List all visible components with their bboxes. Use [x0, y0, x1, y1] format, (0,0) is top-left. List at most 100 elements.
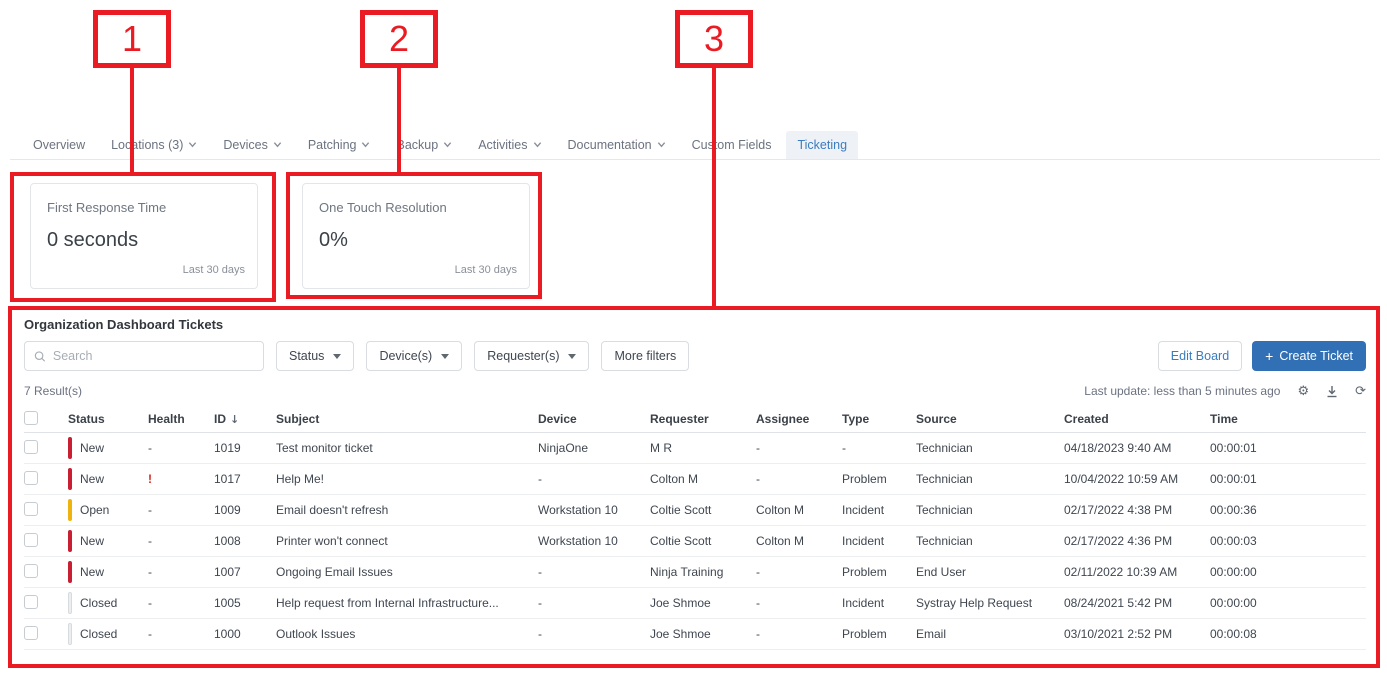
- tab-documentation[interactable]: Documentation: [557, 131, 677, 159]
- col-source[interactable]: Source: [916, 412, 1064, 426]
- ticket-source: Technician: [916, 472, 1064, 486]
- col-requester[interactable]: Requester: [650, 412, 756, 426]
- ticket-assignee: Colton M: [756, 534, 842, 548]
- ticket-id: 1005: [214, 596, 276, 610]
- more-filters-button[interactable]: More filters: [601, 341, 689, 371]
- caret-down-icon: [568, 354, 576, 359]
- ticket-device: -: [538, 627, 650, 641]
- col-id[interactable]: ID ↓: [214, 412, 276, 426]
- tab-backup[interactable]: Backup: [385, 131, 463, 159]
- row-checkbox[interactable]: [24, 440, 38, 454]
- toolbar-actions: Edit Board + Create Ticket: [1158, 341, 1366, 371]
- ticket-assignee: -: [756, 441, 842, 455]
- status-label: New: [80, 565, 104, 579]
- row-checkbox[interactable]: [24, 626, 38, 640]
- select-all-checkbox[interactable]: [24, 411, 38, 425]
- org-tab-bar: Overview Locations (3) Devices Patching …: [10, 130, 1380, 160]
- annotation-label-1: 1: [122, 18, 142, 60]
- col-subject[interactable]: Subject: [276, 412, 538, 426]
- ticket-device: -: [538, 596, 650, 610]
- health-value: -: [148, 565, 214, 579]
- ticket-type: Incident: [842, 534, 916, 548]
- search-box[interactable]: [24, 341, 264, 371]
- table-row[interactable]: Open - 1009 Email doesn't refresh Workst…: [24, 495, 1366, 526]
- tab-activities[interactable]: Activities: [467, 131, 552, 159]
- status-bar: [68, 468, 72, 490]
- tab-label: Custom Fields: [692, 138, 772, 152]
- download-icon[interactable]: [1326, 385, 1338, 398]
- filter-requester-s[interactable]: Requester(s): [474, 341, 589, 371]
- ticket-subject[interactable]: Test monitor ticket: [276, 441, 538, 455]
- search-input[interactable]: [53, 349, 254, 363]
- table-row[interactable]: New - 1007 Ongoing Email Issues - Ninja …: [24, 557, 1366, 588]
- annotation-label-3: 3: [704, 18, 724, 60]
- chevron-down-icon: [533, 140, 542, 149]
- ticket-created: 04/18/2023 9:40 AM: [1064, 441, 1210, 455]
- edit-board-button[interactable]: Edit Board: [1158, 341, 1242, 371]
- tab-label: Overview: [33, 138, 85, 152]
- ticket-requester: Ninja Training: [650, 565, 756, 579]
- row-checkbox[interactable]: [24, 564, 38, 578]
- col-health[interactable]: Health: [148, 412, 214, 426]
- ticket-created: 08/24/2021 5:42 PM: [1064, 596, 1210, 610]
- ticket-type: Incident: [842, 503, 916, 517]
- ticket-created: 02/17/2022 4:38 PM: [1064, 503, 1210, 517]
- col-assignee[interactable]: Assignee: [756, 412, 842, 426]
- tab-devices[interactable]: Devices: [212, 131, 292, 159]
- one-touch-resolution-card: One Touch Resolution 0% Last 30 days: [302, 183, 530, 289]
- row-checkbox[interactable]: [24, 533, 38, 547]
- tab-locations-3[interactable]: Locations (3): [100, 131, 208, 159]
- create-ticket-button[interactable]: + Create Ticket: [1252, 341, 1366, 371]
- table-row[interactable]: Closed - 1000 Outlook Issues - Joe Shmoe…: [24, 619, 1366, 650]
- annotation-box-1: 1: [93, 10, 171, 68]
- ticket-created: 03/10/2021 2:52 PM: [1064, 627, 1210, 641]
- tab-ticketing[interactable]: Ticketing: [786, 131, 858, 159]
- more-filters-label: More filters: [614, 349, 676, 363]
- ticket-subject[interactable]: Help request from Internal Infrastructur…: [276, 596, 538, 610]
- status-label: New: [80, 472, 104, 486]
- row-checkbox[interactable]: [24, 502, 38, 516]
- ticket-subject[interactable]: Help Me!: [276, 472, 538, 486]
- caret-down-icon: [333, 354, 341, 359]
- ticket-subject[interactable]: Outlook Issues: [276, 627, 538, 641]
- last-update-text: Last update: less than 5 minutes ago: [1084, 384, 1280, 398]
- annotation-label-2: 2: [389, 18, 409, 60]
- tickets-panel: Organization Dashboard Tickets Status Dev…: [10, 308, 1380, 668]
- refresh-icon[interactable]: ⟳: [1355, 385, 1366, 398]
- table-row[interactable]: New - 1008 Printer won't connect Worksta…: [24, 526, 1366, 557]
- col-type[interactable]: Type: [842, 412, 916, 426]
- ticket-subject[interactable]: Printer won't connect: [276, 534, 538, 548]
- status-label: Open: [80, 503, 109, 517]
- card-title: First Response Time: [47, 200, 241, 215]
- table-row[interactable]: Closed - 1005 Help request from Internal…: [24, 588, 1366, 619]
- ticket-requester: Joe Shmoe: [650, 627, 756, 641]
- chevron-down-icon: [657, 140, 666, 149]
- col-created[interactable]: Created: [1064, 412, 1210, 426]
- ticket-assignee: -: [756, 565, 842, 579]
- row-checkbox[interactable]: [24, 471, 38, 485]
- filter-chips: Status Device(s) Requester(s): [276, 341, 589, 371]
- caret-down-icon: [441, 354, 449, 359]
- panel-title: Organization Dashboard Tickets: [24, 317, 1366, 332]
- col-device[interactable]: Device: [538, 412, 650, 426]
- ticket-assignee: Colton M: [756, 503, 842, 517]
- tab-patching[interactable]: Patching: [297, 131, 382, 159]
- status-label: Closed: [80, 627, 117, 641]
- filter-device-s[interactable]: Device(s): [366, 341, 462, 371]
- table-row[interactable]: New - 1019 Test monitor ticket NinjaOne …: [24, 433, 1366, 464]
- ticket-source: Technician: [916, 441, 1064, 455]
- ticket-device: Workstation 10: [538, 503, 650, 517]
- tab-overview[interactable]: Overview: [22, 131, 96, 159]
- col-status[interactable]: Status: [68, 412, 148, 426]
- tab-label: Devices: [223, 138, 267, 152]
- ticket-subject[interactable]: Ongoing Email Issues: [276, 565, 538, 579]
- health-value: -: [148, 627, 214, 641]
- ticket-time: 00:00:08: [1210, 627, 1366, 641]
- table-row[interactable]: New ! 1017 Help Me! - Colton M - Problem…: [24, 464, 1366, 495]
- settings-gear-icon[interactable]: ⚙: [1297, 385, 1309, 398]
- tab-custom-fields[interactable]: Custom Fields: [681, 131, 783, 159]
- filter-status[interactable]: Status: [276, 341, 354, 371]
- row-checkbox[interactable]: [24, 595, 38, 609]
- ticket-subject[interactable]: Email doesn't refresh: [276, 503, 538, 517]
- col-time[interactable]: Time: [1210, 412, 1366, 426]
